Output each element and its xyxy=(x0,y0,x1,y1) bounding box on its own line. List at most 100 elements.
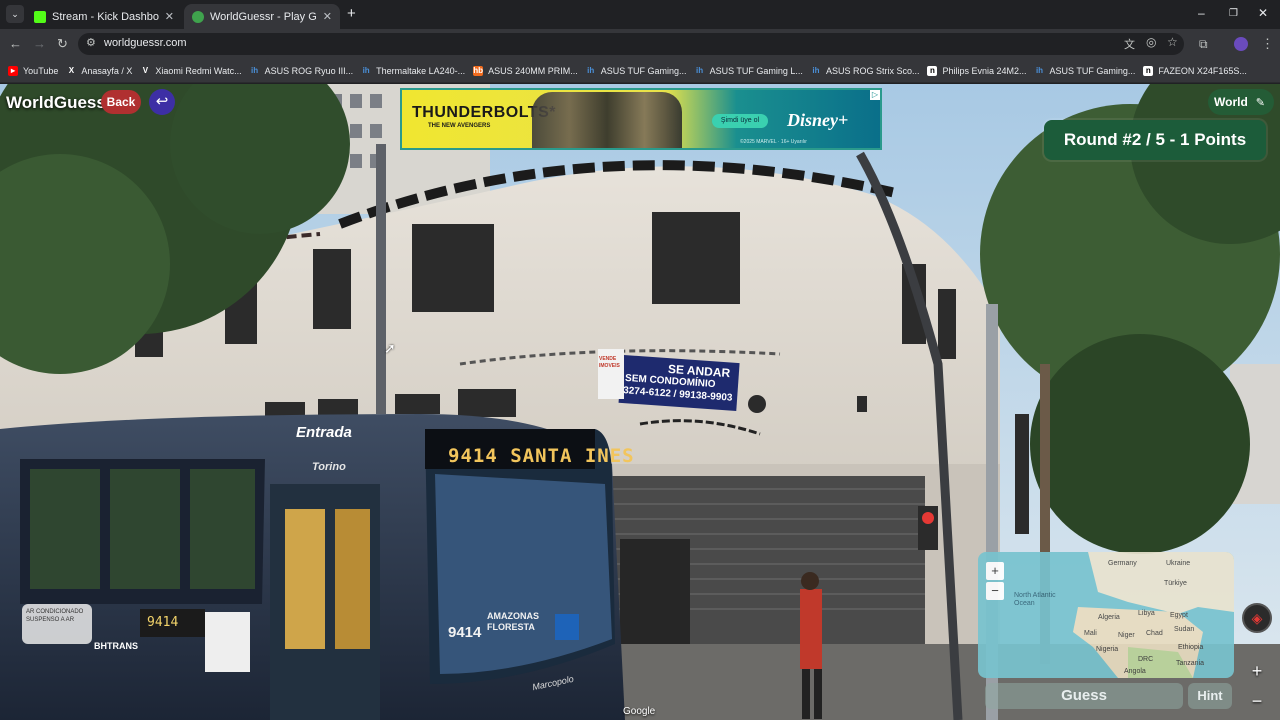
worldguessr-logo[interactable]: WorldGuessr xyxy=(6,93,112,113)
bookmark-label: ASUS TUF Gaming... xyxy=(1049,65,1136,76)
hepsiburada-icon: ih xyxy=(812,65,820,75)
map-label: Sudan xyxy=(1174,626,1195,633)
bus-route-sign: 9414 SANTA INES xyxy=(448,445,635,467)
ad-brand: Disney+ xyxy=(787,110,849,130)
back-button[interactable]: Back xyxy=(101,90,141,114)
close-icon[interactable]: ✕ xyxy=(323,10,332,23)
bookmark-star-icon[interactable]: ☆ xyxy=(1167,35,1178,49)
round-banner: Round #2 / 5 - 1 Points xyxy=(1044,120,1266,160)
bookmark-label: ASUS TUF Gaming... xyxy=(600,65,687,76)
google-watermark: Google xyxy=(623,706,656,717)
map-label: Nigeria xyxy=(1096,646,1119,653)
window-close-icon[interactable]: ✕ xyxy=(1258,6,1268,20)
new-tab-button[interactable]: + xyxy=(347,5,356,22)
kick-icon xyxy=(34,10,46,23)
bookmark-label: Anasayfa / X xyxy=(81,65,133,76)
address-bar[interactable]: ⚙ worldguessr.com 文 ◎ ☆ xyxy=(78,33,1184,55)
translate-icon[interactable]: 文 xyxy=(1124,36,1135,52)
map-mode-button[interactable]: World ✎ xyxy=(1208,89,1274,115)
tab-search-icon[interactable]: ⌄ xyxy=(6,5,24,23)
map-label: Ethiopia xyxy=(1178,644,1204,651)
tab-title: Stream - Kick Dashboard xyxy=(52,10,159,23)
round-banner-text: Round #2 / 5 - 1 Points xyxy=(1063,130,1247,149)
bookmark-philips[interactable]: n Philips Evnia 24M2... xyxy=(927,65,1027,76)
map-label: Türkiye xyxy=(1164,580,1187,587)
tab-worldguessr[interactable]: WorldGuessr - Play Geoguessr Free ✕ xyxy=(184,4,340,29)
ad-cta-button[interactable]: Şimdi üye ol xyxy=(712,114,768,128)
close-icon[interactable]: ✕ xyxy=(165,10,174,23)
bookmark-label: ASUS ROG Strix Sco... xyxy=(825,65,920,76)
bus-front-number: 9414 xyxy=(448,624,482,641)
reload-icon[interactable]: ↻ xyxy=(57,36,68,52)
pencil-icon: ✎ xyxy=(1255,96,1265,109)
tab-title: WorldGuessr - Play Geoguessr Free xyxy=(210,10,317,23)
map-label: DRC xyxy=(1138,656,1154,663)
map-zoom-out-button[interactable]: − xyxy=(986,582,1004,600)
streetview-zoom-in-button[interactable]: + xyxy=(1246,660,1268,682)
extensions-icon[interactable]: ⧉ xyxy=(1199,36,1208,52)
bookmark-xiaomi[interactable]: V Xiaomi Redmi Watc... xyxy=(140,65,242,76)
ad-fine-print: ©2025 MARVEL · 16+ Uyarılır xyxy=(740,139,807,145)
guess-minimap[interactable]: + − Germany Ukraine North Atlantic Ocean… xyxy=(978,552,1234,678)
bookmarks-bar: ▸ YouTube X Anasayfa / X V Xiaomi Redmi Wat… xyxy=(0,59,1280,134)
bookmark-label: Xiaomi Redmi Watc... xyxy=(155,65,242,76)
hepsiburada-icon: ih xyxy=(251,65,259,75)
more-menu-icon[interactable]: ⋮ xyxy=(1261,36,1274,52)
url-text[interactable]: worldguessr.com xyxy=(104,37,187,49)
profile-avatar[interactable] xyxy=(1234,37,1248,51)
bookmark-asus-tuf-3[interactable]: ih ASUS TUF Gaming... xyxy=(1035,65,1136,76)
eye-off-icon[interactable]: ◎ xyxy=(1146,35,1156,49)
youtube-icon: ▸ xyxy=(8,65,18,76)
bookmark-label: Philips Evnia 24M2... xyxy=(942,65,1027,76)
tab-kick-dashboard[interactable]: Stream - Kick Dashboard ✕ xyxy=(26,4,182,29)
bookmark-label: YouTube xyxy=(23,65,59,76)
ad-subtitle: THE NEW AVENGERS xyxy=(428,123,491,129)
bookmark-asus-rog-ryuo[interactable]: ih ASUS ROG Ryuo III... xyxy=(250,65,354,76)
bookmark-asus-tuf-2[interactable]: ih ASUS TUF Gaming L... xyxy=(695,66,803,76)
bookmark-label: ASUS ROG Ryuo III... xyxy=(264,65,354,76)
minimize-icon[interactable]: – xyxy=(1198,6,1205,20)
map-label: Angola xyxy=(1124,668,1146,675)
streetview-zoom-out-button[interactable]: − xyxy=(1246,690,1268,712)
bookmark-thermaltake[interactable]: ih Thermaltake LA240-... xyxy=(361,65,466,76)
bus-side-number: 9414 xyxy=(147,615,179,630)
map-label: Chad xyxy=(1146,630,1163,637)
bookmark-asus-tuf-1[interactable]: ih ASUS TUF Gaming... xyxy=(586,65,687,76)
hepsiburada-icon: ih xyxy=(587,65,595,75)
site-info-icon[interactable]: ⚙ xyxy=(86,36,96,49)
map-label: Germany xyxy=(1108,560,1137,567)
map-label: Ukraine xyxy=(1166,560,1191,567)
hint-button[interactable]: Hint xyxy=(1188,683,1232,709)
bus-ac-sign: AR CONDICIONADO SUSPENSO A AR xyxy=(26,609,84,623)
n11-icon: n xyxy=(927,65,938,76)
v-icon: V xyxy=(142,65,149,75)
map-label: Algeria xyxy=(1098,614,1120,621)
browser-tab-bar: ⌄ Stream - Kick Dashboard ✕ WorldGuessr … xyxy=(0,0,1280,29)
forward-arrow-icon[interactable]: → xyxy=(33,36,46,52)
bookmark-youtube[interactable]: ▸ YouTube xyxy=(8,65,59,76)
back-arrow-icon[interactable]: ← xyxy=(9,36,22,52)
bus-operator-logo: BHTRANS xyxy=(94,641,138,651)
ad-cast-image xyxy=(532,92,682,148)
bookmark-label: ASUS 240MM PRIM... xyxy=(488,65,578,76)
map-mode-label: World xyxy=(1214,95,1248,109)
ad-choices-icon[interactable]: ▷ xyxy=(870,90,880,100)
bookmark-label: Thermaltake LA240-... xyxy=(376,65,466,76)
worldguessr-icon xyxy=(192,10,204,23)
bookmark-fazeon[interactable]: n FAZEON X24F165S... xyxy=(1143,65,1247,76)
bookmark-asus-240mm[interactable]: hb ASUS 240MM PRIM... xyxy=(473,65,578,76)
map-zoom-in-button[interactable]: + xyxy=(986,562,1004,580)
bookmark-x[interactable]: X Anasayfa / X xyxy=(66,65,133,76)
bookmark-asus-rog-strix[interactable]: ih ASUS ROG Strix Sco... xyxy=(811,65,920,76)
restore-icon[interactable]: ❐ xyxy=(1229,8,1238,19)
map-label: Tanzania xyxy=(1176,660,1205,667)
bus-front-destination: AMAZONAS FLORESTA xyxy=(487,611,539,632)
guess-button[interactable]: Guess xyxy=(985,683,1183,709)
n11-icon: n xyxy=(1143,65,1154,76)
ad-banner[interactable]: THUNDERBOLTS* THE NEW AVENGERS Şimdi üye… xyxy=(400,88,882,150)
compass-icon[interactable]: ◈ xyxy=(1242,603,1272,633)
return-arrow-icon[interactable]: ↩ xyxy=(149,89,175,115)
hb-icon: hb xyxy=(473,65,484,76)
hepsiburada-icon: ih xyxy=(362,65,370,75)
map-label: Libya xyxy=(1138,610,1155,617)
